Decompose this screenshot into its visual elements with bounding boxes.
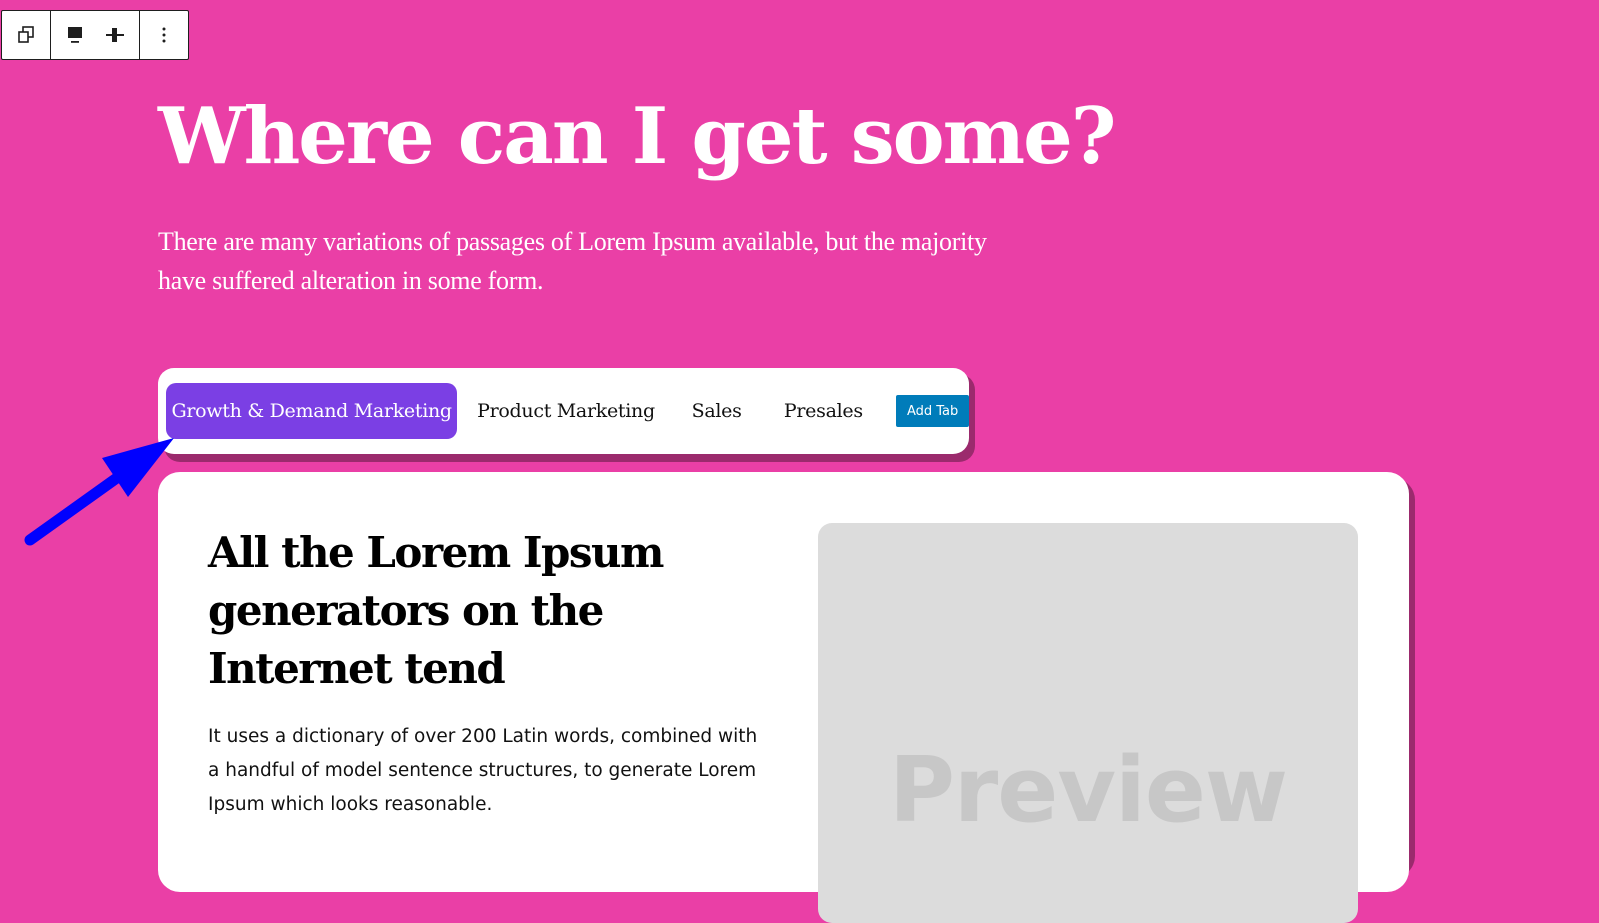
tab-bar: Growth & Demand Marketing Product Market… xyxy=(158,368,969,454)
tab-product-marketing[interactable]: Product Marketing xyxy=(457,383,674,439)
align-top-icon xyxy=(68,27,82,43)
add-tab-button[interactable]: Add Tab xyxy=(896,395,969,427)
tab-content-panel: All the Lorem Ipsum generators on the In… xyxy=(158,472,1409,923)
block-toolbar xyxy=(1,10,189,60)
hero-subtitle[interactable]: There are many variations of passages of… xyxy=(158,222,988,300)
more-options-button[interactable] xyxy=(146,17,182,53)
toolbar-group-more xyxy=(140,11,188,59)
more-vertical-icon xyxy=(162,27,166,43)
hero-title[interactable]: Where can I get some? xyxy=(158,92,1116,182)
duplicate-button[interactable] xyxy=(8,17,44,53)
align-top-button[interactable] xyxy=(57,17,93,53)
panel-title[interactable]: All the Lorem Ipsum generators on the In… xyxy=(208,524,728,698)
toolbar-group-transform xyxy=(2,11,51,59)
align-center-icon xyxy=(106,28,124,42)
toolbar-group-layout xyxy=(51,11,140,59)
tab-growth-demand-marketing[interactable]: Growth & Demand Marketing xyxy=(166,383,458,439)
tab-presales[interactable]: Presales xyxy=(759,383,889,439)
duplicate-icon xyxy=(18,26,34,43)
align-center-button[interactable] xyxy=(97,17,133,53)
tab-sales[interactable]: Sales xyxy=(675,383,759,439)
image-preview[interactable]: Preview xyxy=(818,523,1358,923)
preview-label: Preview xyxy=(888,738,1288,843)
panel-text[interactable]: It uses a dictionary of over 200 Latin w… xyxy=(208,720,763,822)
